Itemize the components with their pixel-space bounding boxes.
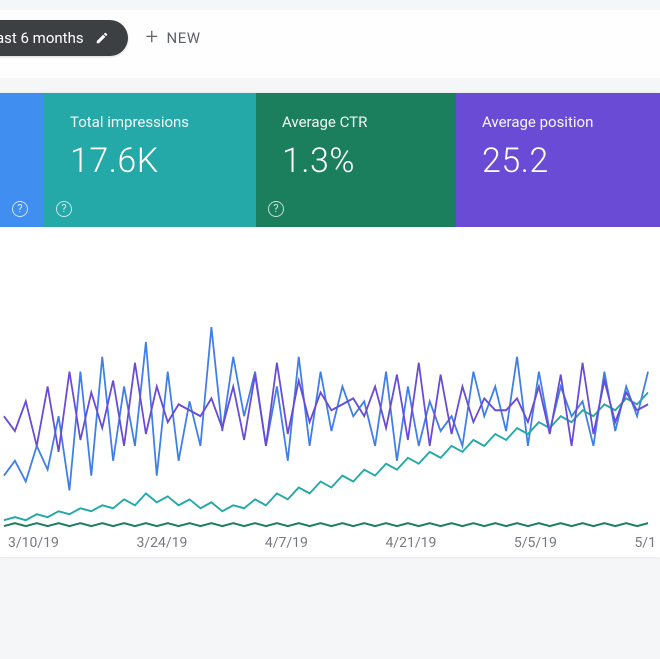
- report-panel: ? Total impressions 17.6K ? Average CTR …: [0, 92, 660, 557]
- chart-series: [4, 523, 648, 526]
- x-tick: 4/7/19: [265, 535, 308, 551]
- help-icon[interactable]: ?: [268, 201, 284, 217]
- new-button-label: NEW: [167, 29, 201, 47]
- x-tick: 3/24/19: [136, 535, 187, 551]
- help-icon[interactable]: ?: [12, 201, 28, 217]
- x-tick: 5/5/19: [514, 535, 557, 551]
- plus-icon: +: [146, 27, 159, 49]
- metric-card-ctr[interactable]: Average CTR 1.3% ?: [256, 93, 456, 227]
- metrics-row: ? Total impressions 17.6K ? Average CTR …: [0, 93, 660, 227]
- metric-label: Average position: [482, 113, 642, 131]
- metric-card-clicks[interactable]: ?: [0, 93, 44, 227]
- metric-card-impressions[interactable]: Total impressions 17.6K ?: [44, 93, 256, 227]
- new-button[interactable]: + NEW: [146, 27, 201, 49]
- date-range-pill[interactable]: ast 6 months: [0, 20, 128, 56]
- help-icon[interactable]: ?: [56, 201, 72, 217]
- chart-area: 3/10/19 3/24/19 4/7/19 4/21/19 5/5/19 5/1: [0, 227, 660, 557]
- x-tick: 5/1: [634, 535, 656, 551]
- pencil-icon: [94, 30, 110, 46]
- metric-label: Average CTR: [282, 113, 438, 131]
- x-axis: 3/10/19 3/24/19 4/7/19 4/21/19 5/5/19 5/1: [0, 535, 660, 551]
- line-chart: [0, 227, 652, 557]
- x-tick: 4/21/19: [385, 535, 436, 551]
- metric-value: 17.6K: [70, 141, 238, 181]
- x-tick: 3/10/19: [8, 535, 59, 551]
- chart-series: [4, 327, 648, 490]
- metric-card-position[interactable]: Average position 25.2: [456, 93, 660, 227]
- toolbar: ast 6 months + NEW: [0, 10, 660, 78]
- metric-value: 1.3%: [282, 141, 438, 181]
- chart-series: [4, 392, 648, 520]
- metric-value: 25.2: [482, 141, 642, 181]
- metric-label: Total impressions: [70, 113, 238, 131]
- date-range-label: ast 6 months: [0, 29, 84, 47]
